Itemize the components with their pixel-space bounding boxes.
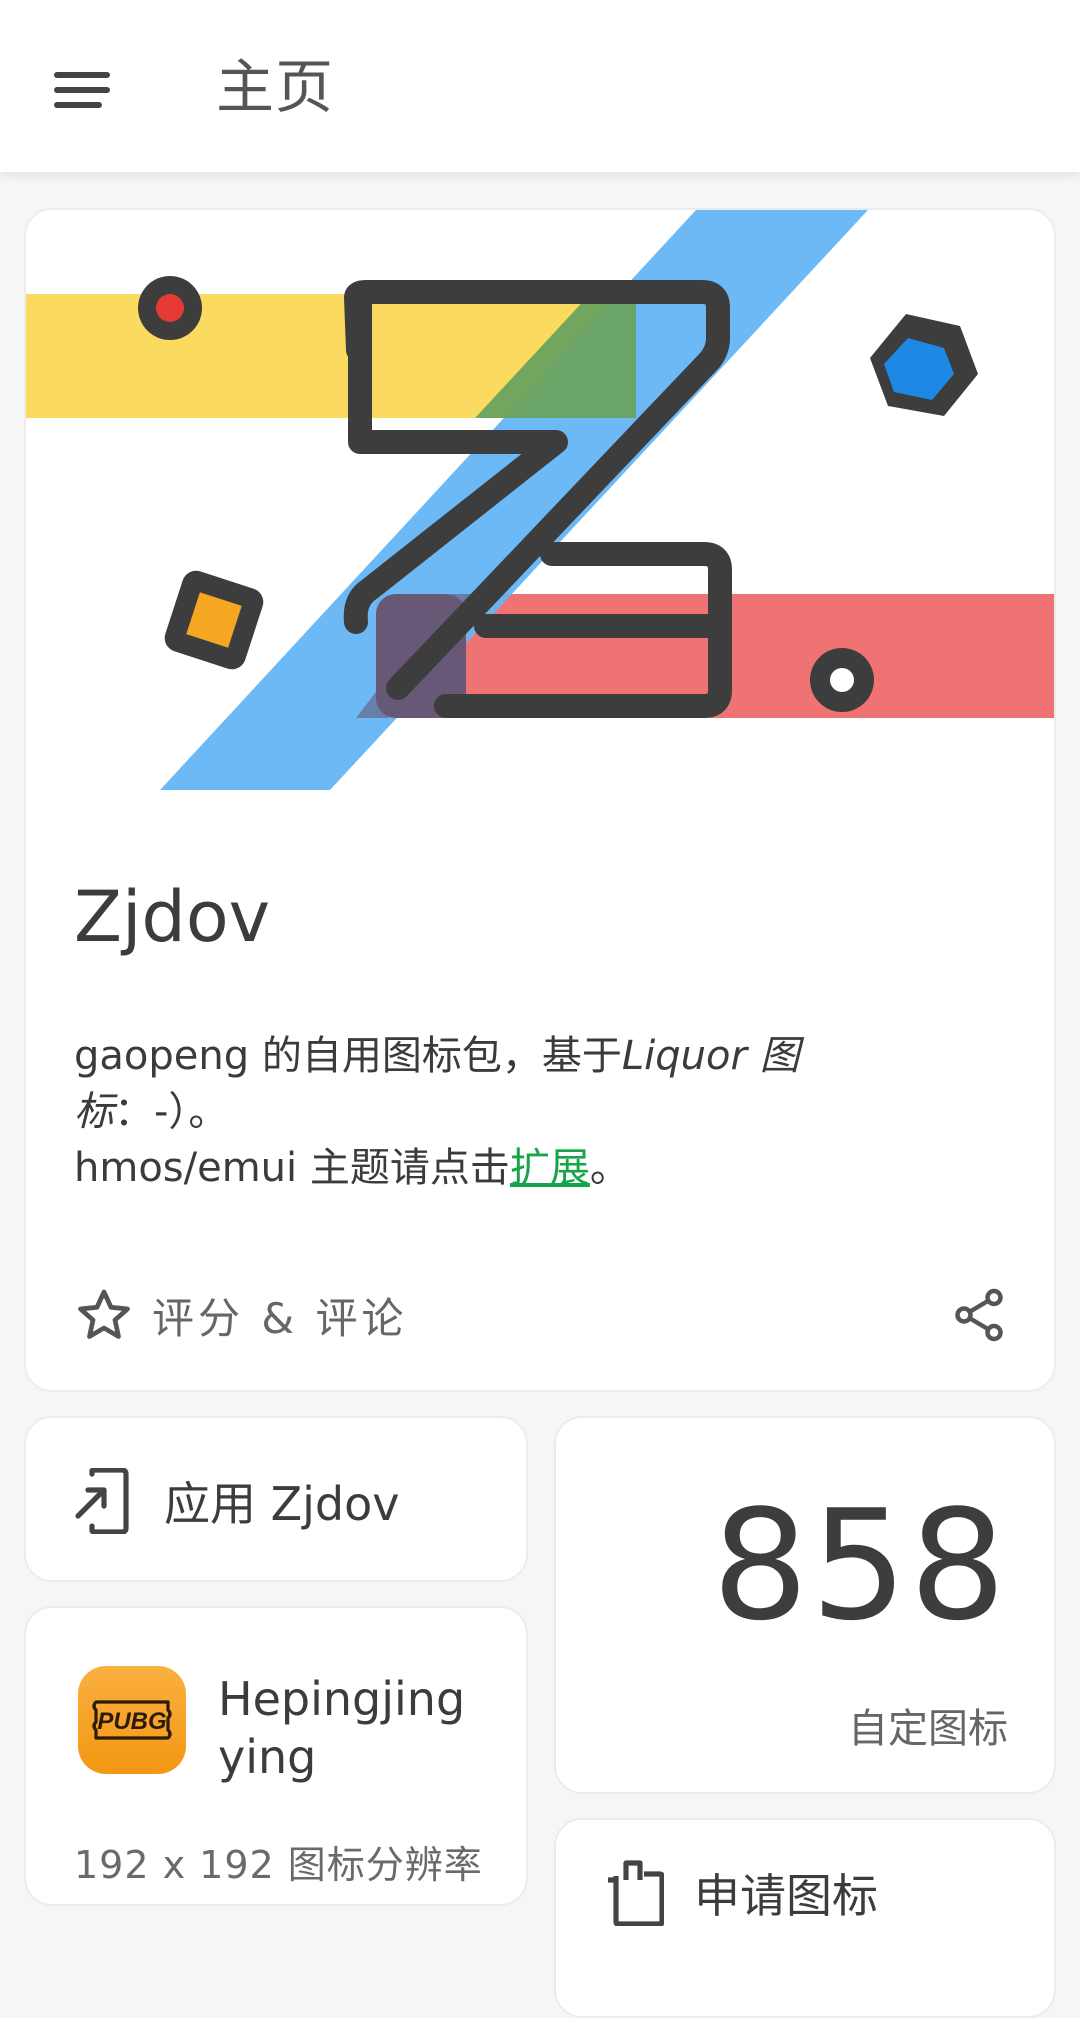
- description: gaopeng 的自用图标包，基于Liquor 图标：-）。 hmos/emui…: [74, 1028, 894, 1196]
- description-text: gaopeng 的自用图标包，基于: [74, 1033, 622, 1079]
- icon-count-card[interactable]: 858 自定图标: [554, 1416, 1056, 1794]
- rate-and-review-button[interactable]: 评分 & 评论: [74, 1280, 407, 1350]
- rate-label: 评分 & 评论: [152, 1293, 408, 1343]
- apply-theme-card[interactable]: 应用 Zjdov: [24, 1416, 528, 1582]
- theme-hint-text: hmos/emui 主题请点击: [74, 1145, 510, 1191]
- request-icon-card[interactable]: 申请图标: [554, 1818, 1056, 2018]
- icon-resolution: 192 x 192 图标分辨率: [74, 1843, 483, 1887]
- extension-link[interactable]: 扩展: [510, 1145, 590, 1191]
- apply-phone-icon: [75, 1468, 129, 1534]
- apply-theme-label: 应用 Zjdov: [164, 1477, 400, 1531]
- icon-pack-hero-card: Zjdov gaopeng 的自用图标包，基于Liquor 图标：-）。 hmo…: [24, 208, 1056, 1392]
- description-smiley: ：-）。: [114, 1089, 229, 1135]
- icon-app-name: Hepingjing ying: [218, 1672, 466, 1784]
- icon-count-label: 自定图标: [848, 1706, 1008, 1752]
- share-icon: [955, 1288, 1003, 1342]
- app-name: Zjdov: [74, 876, 271, 958]
- request-icon: [608, 1860, 664, 1926]
- theme-hint-end: 。: [589, 1145, 630, 1191]
- zjdov-banner-art: [26, 210, 1054, 790]
- apply-theme-button[interactable]: 应用 Zjdov: [74, 1418, 400, 1580]
- random-icon-card[interactable]: PUBG Hepingjing ying 192 x 192 图标分辨率: [24, 1606, 528, 1906]
- icon-count-value: 858: [711, 1477, 1008, 1654]
- menu-icon: [54, 72, 110, 108]
- request-icon-label: 申请图标: [694, 1869, 878, 1923]
- app-bar: 主页: [0, 0, 1080, 172]
- tilted-square-shape: [164, 570, 264, 670]
- star-outline-icon: [78, 1289, 130, 1339]
- menu-button[interactable]: [48, 60, 118, 120]
- page-title: 主页: [216, 53, 335, 121]
- request-icon-button[interactable]: 申请图标: [604, 1860, 878, 1926]
- share-button[interactable]: [944, 1280, 1014, 1350]
- pubg-app-icon: PUBG: [78, 1666, 186, 1774]
- pubg-logo-text: PUBG: [97, 1708, 166, 1735]
